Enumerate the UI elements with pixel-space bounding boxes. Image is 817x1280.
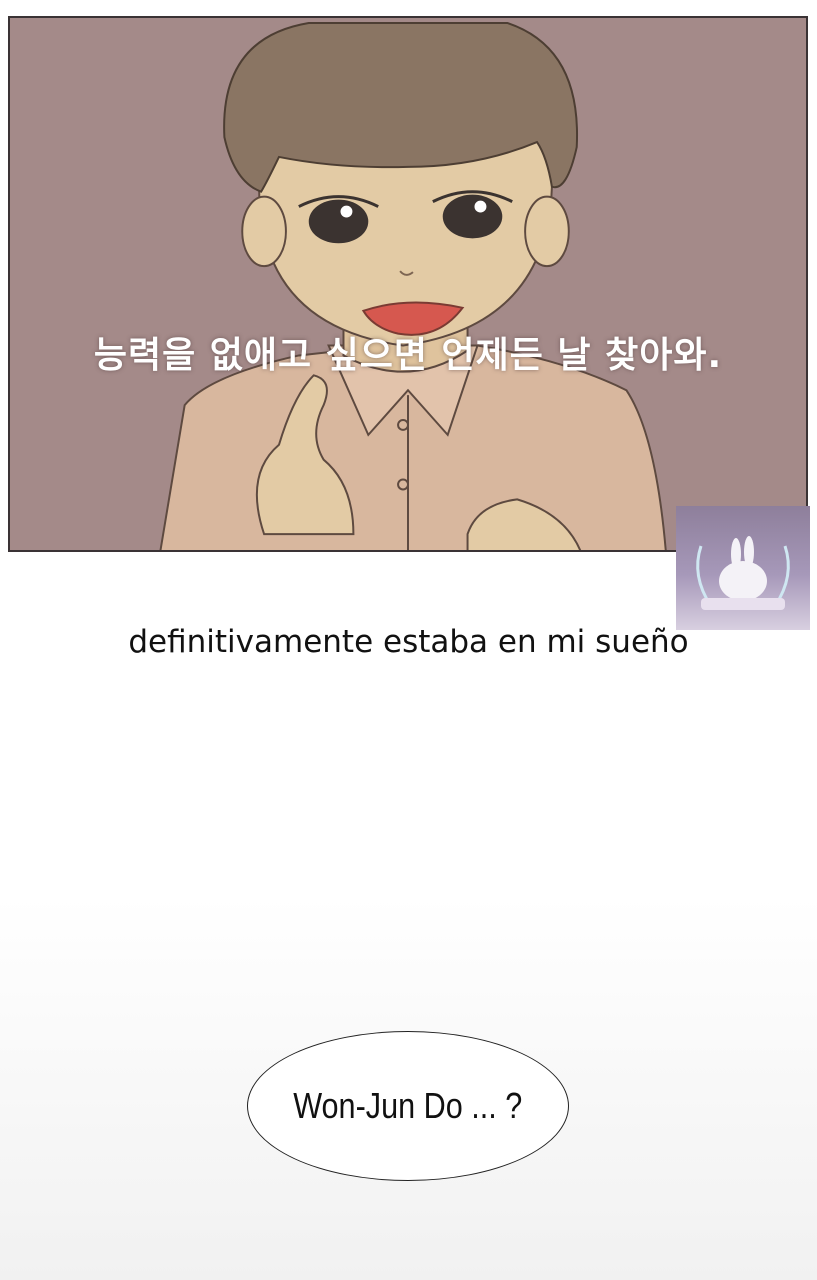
speech-bubble: Won-Jun Do ... ?: [247, 1031, 569, 1181]
speech-bubble-text: Won-Jun Do ... ?: [293, 1085, 523, 1126]
panel-caption: 능력을 없애고 싶으면 언제든 날 찾아와.: [93, 335, 723, 376]
watermark-logo: [676, 506, 810, 630]
comic-panel: 능력을 없애고 싶으면 언제든 날 찾아와.: [8, 16, 808, 552]
narration-text: definitivamente estaba en mi sueño: [128, 624, 689, 660]
rabbit-crest-icon: [696, 536, 790, 610]
character-illustration: [10, 18, 806, 550]
